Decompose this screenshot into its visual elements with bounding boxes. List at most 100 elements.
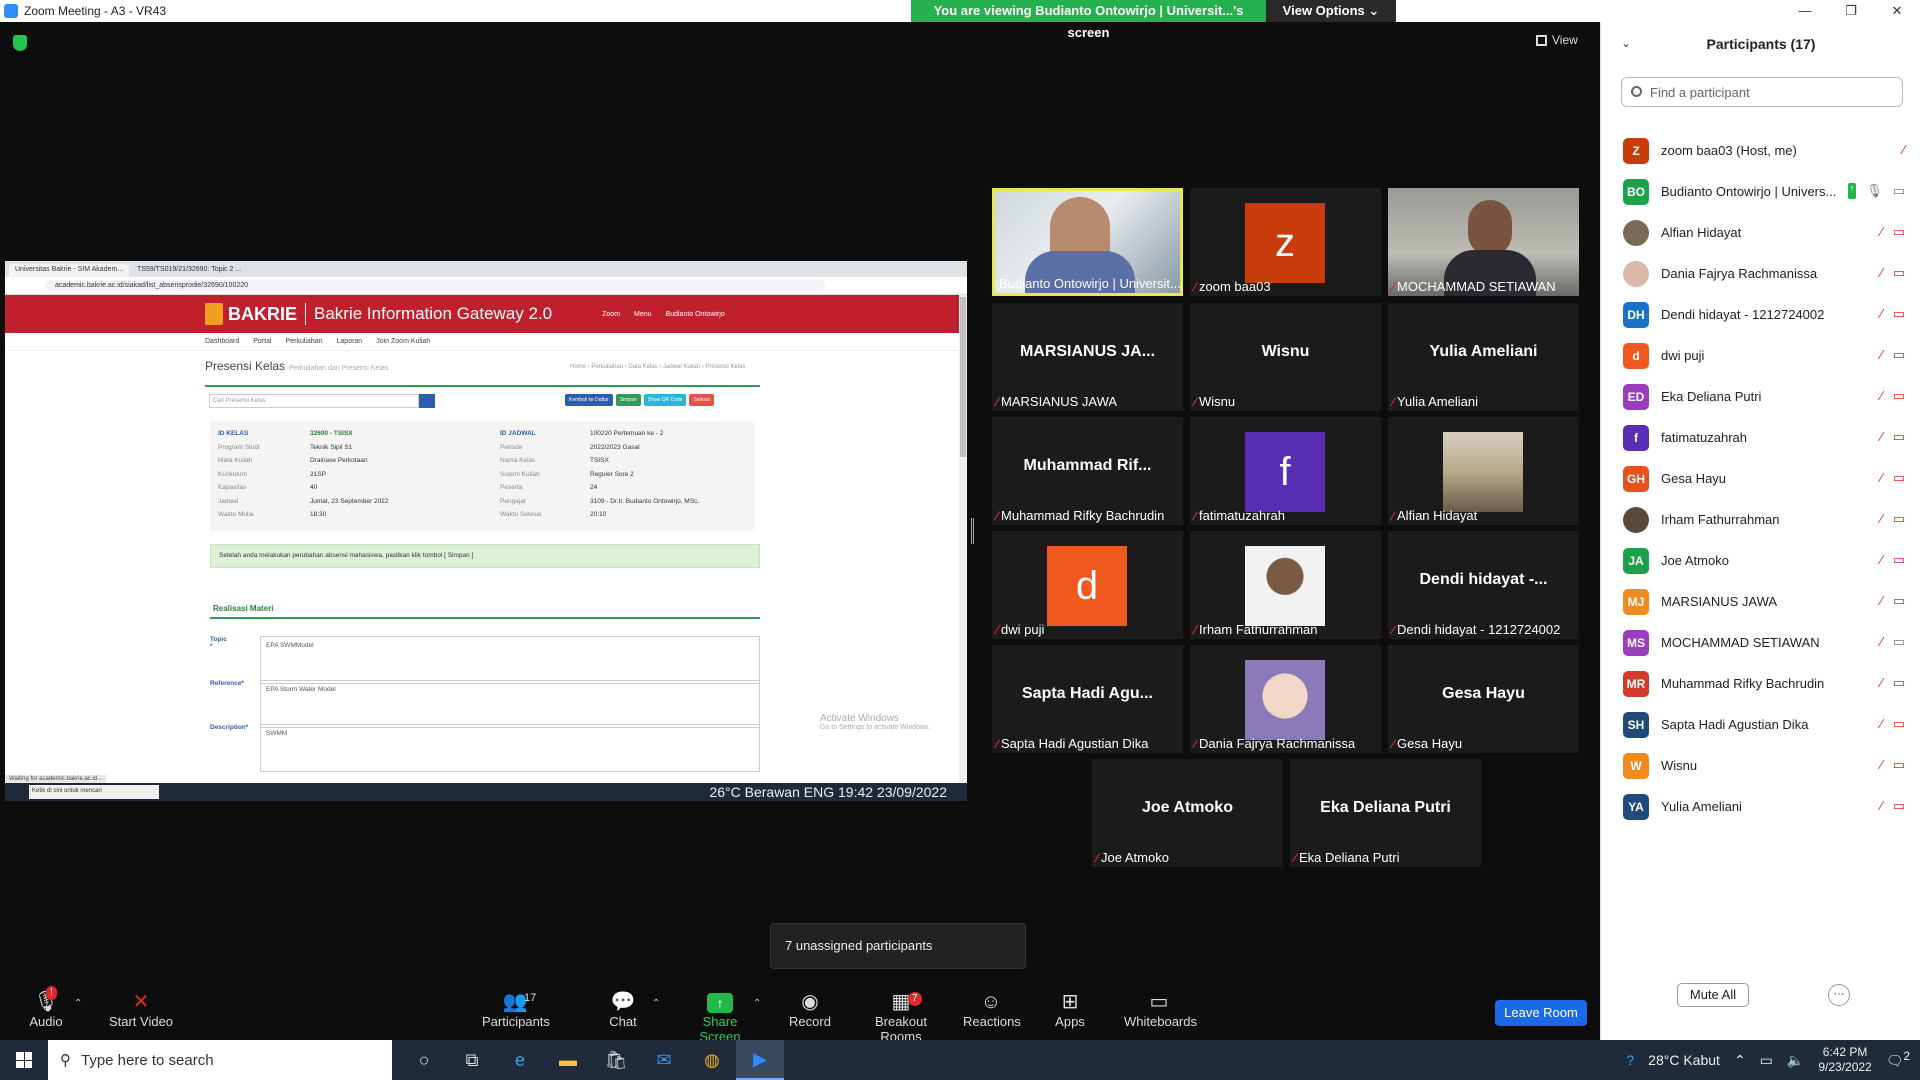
mic-muted-icon: ⁄ (1194, 622, 1197, 637)
video-tile[interactable]: ⁄ Alfian Hidayat (1388, 417, 1579, 525)
participant-row[interactable]: MJ MARSIANUS JAWA ⁄ ▭ (1601, 581, 1920, 622)
volume-icon[interactable]: 🔈 (1787, 1052, 1804, 1069)
video-tile[interactable]: ⁄ Irham Fathurrahman (1190, 531, 1381, 639)
mic-muted-icon: ⁄ (996, 394, 999, 409)
restore-button[interactable]: ❐ (1828, 0, 1874, 22)
info-value: 18:30 (310, 511, 327, 518)
store-icon[interactable]: 🛍 (592, 1040, 640, 1080)
split-handle[interactable] (971, 518, 974, 544)
participant-row[interactable]: DH Dendi hidayat - 1212724002 ⁄ ▭ (1601, 294, 1920, 335)
shared-taskbar-search: Ketik di sini untuk mencari (29, 785, 159, 799)
participants-label: Participants (482, 1014, 550, 1029)
leave-room-button[interactable]: Leave Room (1495, 1000, 1587, 1026)
video-tile[interactable]: z ⁄ zoom baa03 (1190, 188, 1381, 296)
apps-button[interactable]: ⊞ Apps (1054, 990, 1086, 1029)
participants-count: 17 (524, 992, 537, 1004)
clock[interactable]: 6:42 PM 9/23/2022 (1818, 1045, 1871, 1075)
participant-row[interactable]: BO Budianto Ontowirjo | Univers... ↑ 🎙 ▭ (1601, 171, 1920, 212)
video-tile[interactable]: Sapta Hadi Agu... ⁄ Sapta Hadi Agustian Di… (992, 645, 1183, 753)
description-label: Description* (210, 724, 249, 731)
share-screen-button[interactable]: ↑ Share Screen (682, 990, 758, 1044)
participant-name: Sapta Hadi Agustian Dika (1661, 717, 1809, 732)
video-tile[interactable]: MARSIANUS JA... ⁄ MARSIANUS JAWA (992, 303, 1183, 411)
breakout-rooms-button[interactable]: ▦ 7 Breakout Rooms (856, 990, 946, 1044)
video-tile[interactable]: Gesa Hayu ⁄ Gesa Hayu (1388, 645, 1579, 753)
participant-row[interactable]: f fatimatuzahrah ⁄ ▭ (1601, 417, 1920, 458)
tile-name-label: ⁄ Gesa Hayu (1392, 736, 1462, 751)
video-tile[interactable]: d ⁄ dwi puji (992, 531, 1183, 639)
participants-button[interactable]: 👥 17 Participants (482, 990, 550, 1029)
mute-all-button[interactable]: Mute All (1677, 983, 1749, 1007)
participant-avatar: Z (1623, 137, 1649, 164)
participant-row[interactable]: ED Eka Deliana Putri ⁄ ▭ (1601, 376, 1920, 417)
video-tile[interactable]: ⁄ MOCHAMMAD SETIAWAN (1388, 188, 1579, 296)
chrome-icon[interactable]: ◍ (688, 1040, 736, 1080)
more-options-button[interactable]: ··· (1828, 984, 1850, 1006)
video-tile[interactable]: Yulia Ameliani ⁄ Yulia Ameliani (1388, 303, 1579, 411)
participant-avatar: GH (1623, 465, 1649, 492)
audio-options-caret[interactable]: ⌃ (74, 998, 82, 1009)
view-options-button[interactable]: View Options ⌄ (1266, 0, 1396, 22)
participant-row[interactable]: JA Joe Atmoko ⁄ ▭ (1601, 540, 1920, 581)
participant-status-icons: ↑ 🎙 ▭ (1847, 183, 1905, 199)
participant-row[interactable]: W Wisnu ⁄ ▭ (1601, 745, 1920, 786)
encryption-shield-icon[interactable] (13, 35, 27, 51)
participant-row[interactable]: Alfian Hidayat ⁄ ▭ (1601, 212, 1920, 253)
audio-button[interactable]: 🎙! Audio (26, 986, 66, 1029)
participant-row[interactable]: SH Sapta Hadi Agustian Dika ⁄ ▭ (1601, 704, 1920, 745)
zoom-taskbar-icon[interactable]: ▶ (736, 1040, 784, 1080)
start-video-button[interactable]: ✕ Start Video (106, 990, 176, 1029)
whiteboards-button[interactable]: ▭ Whiteboards (1124, 990, 1197, 1029)
video-off-icon: ▭ (1892, 511, 1905, 526)
participant-row[interactable]: GH Gesa Hayu ⁄ ▭ (1601, 458, 1920, 499)
cortana-icon[interactable]: ○ (400, 1040, 448, 1080)
participant-row[interactable]: MR Muhammad Rifky Bachrudin ⁄ ▭ (1601, 663, 1920, 704)
video-tile[interactable]: Muhammad Rif... ⁄ Muhammad Rifky Bachrudin (992, 417, 1183, 525)
participant-row[interactable]: MS MOCHAMMAD SETIAWAN ⁄ ▭ (1601, 622, 1920, 663)
participant-row[interactable]: YA Yulia Ameliani ⁄ ▭ (1601, 786, 1920, 827)
view-button[interactable]: View (1536, 33, 1578, 47)
video-tile[interactable]: Dendi hidayat -... ⁄ Dendi hidayat - 12127… (1388, 531, 1579, 639)
video-tile[interactable]: ⁄ Dania Fajrya Rachmanissa (1190, 645, 1381, 753)
mic-muted-icon: ⁄ (1880, 224, 1883, 239)
video-tile[interactable]: f ⁄ fatimatuzahrah (1190, 417, 1381, 525)
minimize-button[interactable]: — (1782, 0, 1828, 22)
participant-avatar: SH (1623, 711, 1649, 738)
task-view-icon[interactable]: ⧉ (448, 1040, 496, 1080)
topic-label: Topic * (210, 636, 227, 650)
participant-row[interactable]: Irham Fathurrahman ⁄ ▭ (1601, 499, 1920, 540)
participant-row[interactable]: Dania Fajrya Rachmanissa ⁄ ▭ (1601, 253, 1920, 294)
close-button[interactable]: ✕ (1874, 0, 1920, 22)
start-button[interactable] (0, 1040, 48, 1080)
windows-taskbar: ⚲ Type here to search ○ ⧉ e ▬ 🛍 ✉ ◍ ▶ ? … (0, 1040, 1920, 1080)
find-participant-input[interactable]: Find a participant (1621, 77, 1903, 107)
record-button[interactable]: ◉ Record (788, 990, 832, 1029)
tile-name: Dania Fajrya Rachmanissa (1199, 736, 1356, 751)
tile-name-label: ⁄ Yulia Ameliani (1392, 394, 1478, 409)
taskbar-search[interactable]: ⚲ Type here to search (48, 1040, 392, 1080)
participant-name: Budianto Ontowirjo | Univers... (1661, 184, 1837, 199)
reactions-button[interactable]: ☺ Reactions (963, 990, 1021, 1029)
participant-row[interactable]: d dwi puji ⁄ ▭ (1601, 335, 1920, 376)
participant-row[interactable]: Zzoom baa03 (Host, me) ⁄ (1601, 130, 1920, 171)
video-tile[interactable]: Joe Atmoko ⁄ Joe Atmoko (1092, 759, 1283, 867)
help-icon[interactable]: ? (1626, 1052, 1634, 1068)
network-icon[interactable]: ▭ (1760, 1052, 1773, 1069)
participant-name: Yulia Ameliani (1661, 799, 1742, 814)
share-options-caret[interactable]: ⌃ (753, 998, 761, 1009)
avatar: z (1245, 203, 1325, 283)
tray-expand-icon[interactable]: ⌃ (1734, 1052, 1746, 1069)
chat-options-caret[interactable]: ⌃ (652, 998, 660, 1009)
edge-icon[interactable]: e (496, 1040, 544, 1080)
video-tile[interactable]: Wisnu ⁄ Wisnu (1190, 303, 1381, 411)
notification-icon[interactable]: 🗨2 (1886, 1050, 1910, 1070)
video-tile[interactable]: Budianto Ontowirjo | Universit... (992, 188, 1183, 296)
mic-muted-icon: ⁄ (1880, 716, 1883, 731)
video-tile[interactable]: Eka Deliana Putri ⁄ Eka Deliana Putri (1290, 759, 1481, 867)
mail-icon[interactable]: ✉ (640, 1040, 688, 1080)
reactions-label: Reactions (963, 1014, 1021, 1029)
weather-widget[interactable]: 28°C Kabut (1648, 1052, 1720, 1068)
video-off-icon: ✕ (132, 991, 150, 1013)
chat-button[interactable]: 💬 Chat (608, 990, 638, 1029)
file-explorer-icon[interactable]: ▬ (544, 1040, 592, 1080)
